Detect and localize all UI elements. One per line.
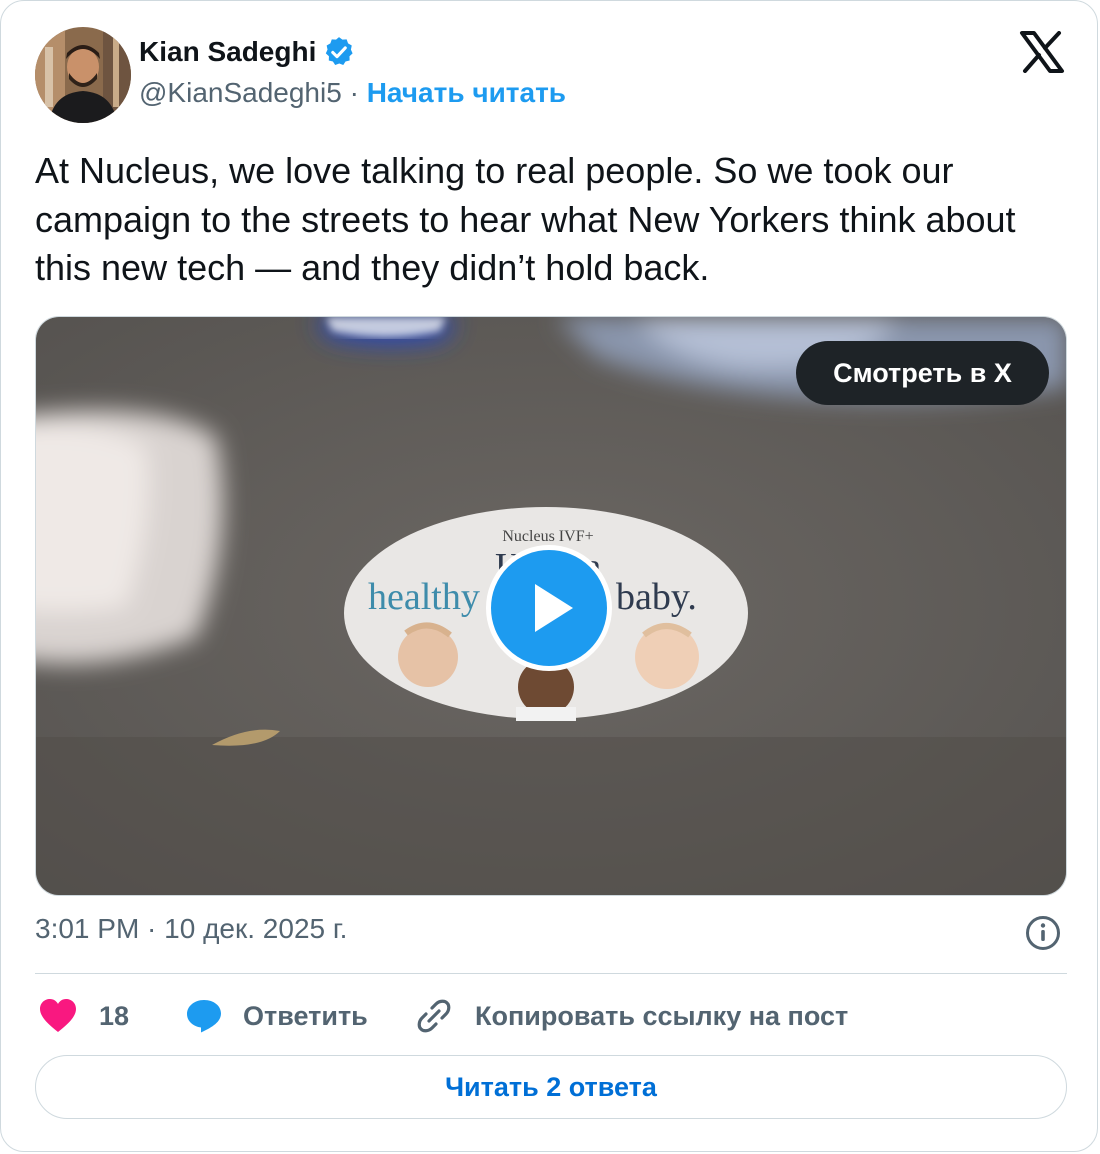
- verified-badge-icon: [326, 37, 353, 66]
- separator-dot: ·: [349, 77, 359, 108]
- avatar[interactable]: [35, 27, 131, 123]
- divider: [35, 973, 1067, 974]
- reply-button[interactable]: Ответить: [185, 993, 368, 1039]
- link-icon: [417, 999, 451, 1033]
- reply-label: Ответить: [243, 1000, 368, 1031]
- sticker-line2a: healthy: [368, 576, 480, 618]
- tweet-card: Kian Sadeghi @KianSadeghi5 · Начать чита…: [0, 0, 1098, 1152]
- sticker-line2b: baby.: [616, 576, 697, 618]
- author-name[interactable]: Kian Sadeghi: [139, 36, 316, 68]
- tweet-text: At Nucleus, we love talking to real peop…: [35, 150, 1016, 288]
- heart-icon: [40, 999, 76, 1032]
- sticker-brand: Nucleus IVF+: [502, 528, 593, 545]
- video-media[interactable]: Nucleus IVF+ Have a healthy baby. Смотре…: [35, 316, 1067, 896]
- play-icon: [535, 584, 573, 632]
- copy-link-button[interactable]: Копировать ссылку на пост: [415, 993, 848, 1039]
- play-button[interactable]: [486, 545, 612, 671]
- info-icon[interactable]: [1025, 915, 1061, 951]
- author-handle-row: @KianSadeghi5 · Начать читать: [139, 77, 566, 109]
- like-count: 18: [99, 1000, 130, 1031]
- follow-link[interactable]: Начать читать: [367, 77, 566, 108]
- tweet-timestamp[interactable]: 3:01 PM · 10 дек. 2025 г.: [35, 913, 347, 945]
- like-button[interactable]: 18: [39, 993, 129, 1039]
- author-handle[interactable]: @KianSadeghi5: [139, 77, 342, 108]
- copy-link-label: Копировать ссылку на пост: [475, 1000, 849, 1031]
- reply-bubble-icon: [187, 1000, 221, 1033]
- author-name-row: Kian Sadeghi: [139, 35, 356, 69]
- watch-on-x-button[interactable]: Смотреть в X: [796, 341, 1049, 405]
- read-replies-button[interactable]: Читать 2 ответа: [35, 1055, 1067, 1119]
- x-logo-icon[interactable]: [1019, 31, 1065, 73]
